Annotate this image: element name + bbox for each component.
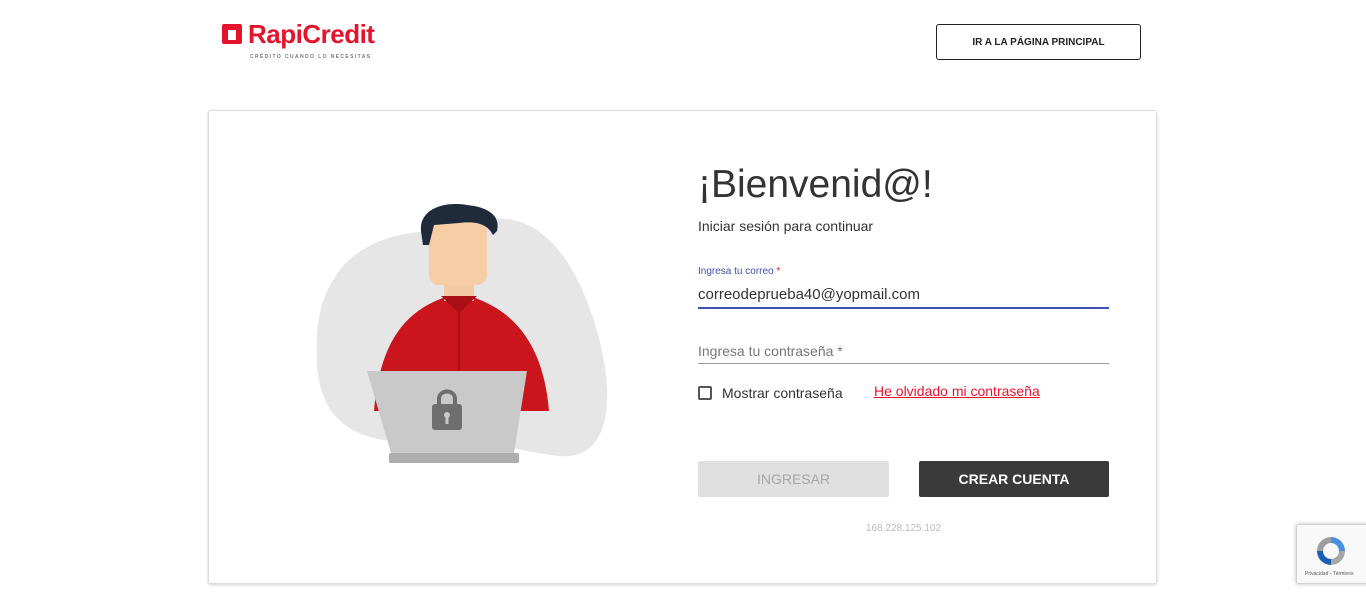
recaptcha-links[interactable]: Privacidad - Términos: [1305, 571, 1354, 577]
show-password-checkbox[interactable]: [698, 386, 712, 400]
password-field[interactable]: [698, 339, 1109, 364]
show-password-label: Mostrar contraseña: [722, 385, 843, 401]
login-button[interactable]: INGRESAR: [698, 461, 889, 497]
face: [429, 221, 487, 285]
email-field[interactable]: [698, 281, 1109, 309]
home-page-button[interactable]: IR A LA PÁGINA PRINCIPAL: [936, 24, 1141, 60]
logo-tagline: CRÉDITO CUANDO LO NECESITAS: [250, 54, 372, 60]
ip-address: 168.228.125.102: [865, 523, 942, 534]
create-account-button[interactable]: CREAR CUENTA: [919, 461, 1109, 497]
email-label-text: Ingresa tu correo: [698, 266, 774, 277]
forgot-password-link[interactable]: He olvidado mi contraseña: [874, 383, 1040, 399]
email-field-label: Ingresa tu correo *: [698, 266, 780, 277]
brand-logo[interactable]: RapiCredit CRÉDITO CUANDO LO NECESITAS: [222, 19, 392, 62]
required-mark: *: [776, 266, 781, 277]
recaptcha-icon: [1317, 537, 1345, 565]
laptop-base: [389, 453, 519, 463]
logo-mark-icon: [222, 24, 242, 44]
show-password-toggle[interactable]: Mostrar contraseña: [698, 384, 843, 402]
recaptcha-badge[interactable]: Privacidad - Términos: [1296, 524, 1366, 584]
logo-text: RapiCredit: [248, 19, 375, 49]
welcome-title: ¡Bienvenid@!: [698, 163, 933, 206]
user-laptop-illustration: [316, 204, 608, 463]
login-subtitle: Iniciar sesión para continuar: [698, 218, 874, 234]
login-card: ¡Bienvenid@! Iniciar sesión para continu…: [208, 110, 1157, 584]
